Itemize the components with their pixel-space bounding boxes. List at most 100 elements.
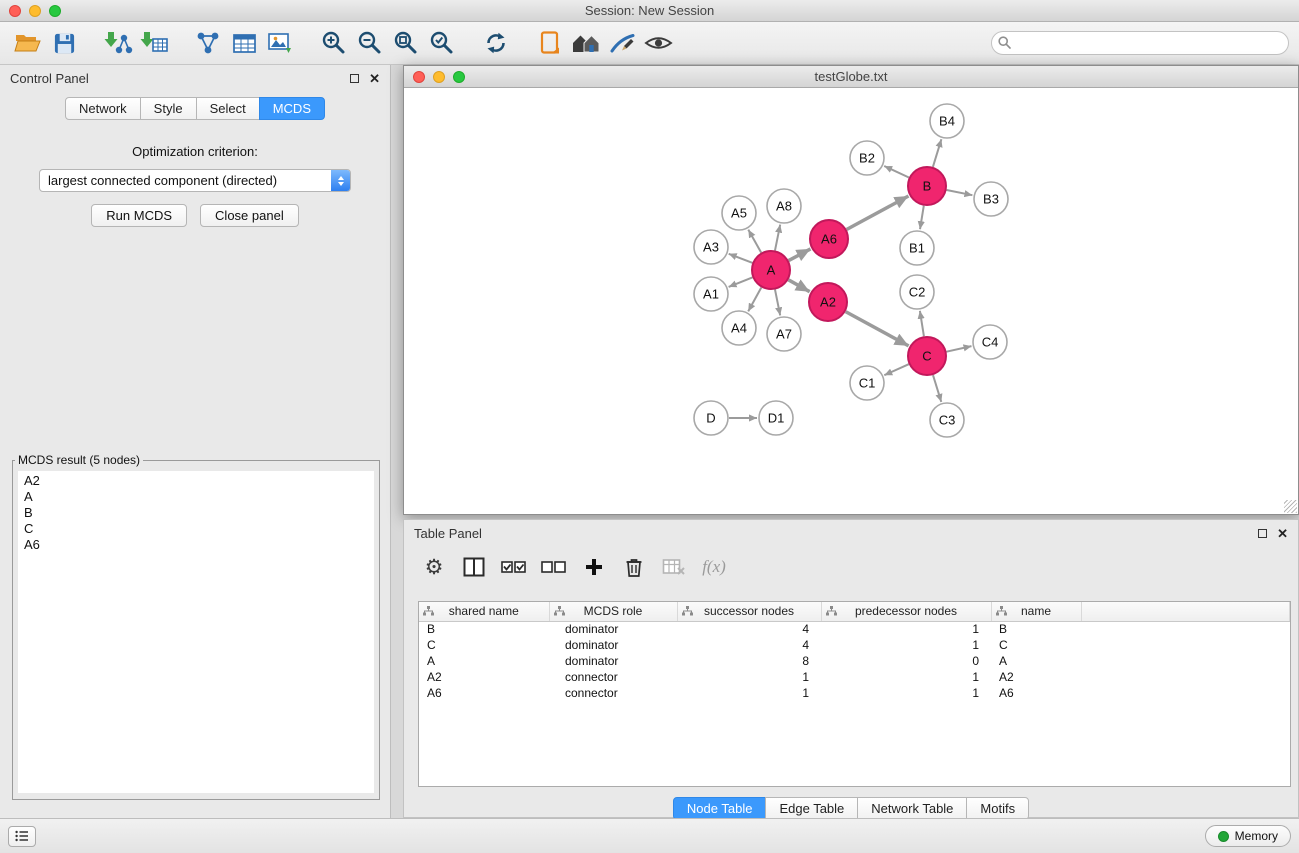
network-node-C3[interactable]: C3 <box>930 403 964 437</box>
zoom-out-button[interactable] <box>352 25 388 61</box>
network-edge-C-C1[interactable] <box>884 364 909 375</box>
tab-network[interactable]: Network <box>65 97 141 120</box>
network-edge-B-B4[interactable] <box>933 139 942 167</box>
network-node-D1[interactable]: D1 <box>759 401 793 435</box>
result-item[interactable]: C <box>24 521 374 537</box>
select-all-button[interactable] <box>498 551 530 583</box>
import-table-button[interactable] <box>136 25 172 61</box>
network-edge-A-A5[interactable] <box>748 230 761 253</box>
column-header-successor-nodes[interactable]: successor nodes <box>677 602 821 621</box>
open-session-button[interactable] <box>532 25 568 61</box>
home-button[interactable] <box>568 25 604 61</box>
close-panel-icon[interactable]: ✕ <box>369 72 380 85</box>
tab-node-table[interactable]: Node Table <box>673 797 767 820</box>
table-cell[interactable]: 4 <box>677 621 821 637</box>
network-edge-A-A6[interactable] <box>789 249 811 261</box>
tab-mcds[interactable]: MCDS <box>259 97 325 120</box>
new-table-button[interactable] <box>226 25 262 61</box>
table-cell[interactable]: C <box>991 637 1081 653</box>
table-row[interactable]: Cdominator41C <box>419 637 1290 653</box>
network-node-A4[interactable]: A4 <box>722 311 756 345</box>
close-table-panel-icon[interactable]: ✕ <box>1277 527 1288 540</box>
network-node-A2[interactable]: A2 <box>809 283 847 321</box>
network-node-A7[interactable]: A7 <box>767 317 801 351</box>
network-node-A1[interactable]: A1 <box>694 277 728 311</box>
network-edge-C-C3[interactable] <box>933 375 941 402</box>
float-table-panel-icon[interactable] <box>1258 529 1267 538</box>
network-edge-A-A8[interactable] <box>775 225 780 251</box>
network-node-A6[interactable]: A6 <box>810 220 848 258</box>
table-cell[interactable]: connector <box>549 685 677 701</box>
open-file-button[interactable] <box>10 25 46 61</box>
table-cell[interactable]: connector <box>549 669 677 685</box>
zoom-fit-button[interactable] <box>388 25 424 61</box>
new-network-button[interactable] <box>190 25 226 61</box>
tab-network-table[interactable]: Network Table <box>857 797 967 820</box>
tab-style[interactable]: Style <box>140 97 197 120</box>
table-cell[interactable]: dominator <box>549 637 677 653</box>
network-node-C4[interactable]: C4 <box>973 325 1007 359</box>
network-node-B1[interactable]: B1 <box>900 231 934 265</box>
optimization-criterion-select[interactable]: largest connected component (directed) <box>39 169 351 192</box>
table-cell[interactable]: 8 <box>677 653 821 669</box>
network-edge-A2-C[interactable] <box>846 312 909 346</box>
add-column-button[interactable] <box>578 551 610 583</box>
deselect-all-button[interactable] <box>538 551 570 583</box>
table-row[interactable]: A2connector11A2 <box>419 669 1290 685</box>
network-canvas[interactable]: B4B2BB3A8A5A6A3B1AC2A1A2A4A7C4CC1DD1C3 <box>404 88 1298 514</box>
table-settings-button[interactable]: ⚙ <box>418 551 450 583</box>
table-row[interactable]: Adominator80A <box>419 653 1290 669</box>
result-item[interactable]: B <box>24 505 374 521</box>
network-edge-C-C2[interactable] <box>920 311 924 336</box>
delete-table-button[interactable] <box>658 551 690 583</box>
table-cell[interactable]: dominator <box>549 653 677 669</box>
task-history-button[interactable] <box>8 826 36 847</box>
table-cell[interactable]: 4 <box>677 637 821 653</box>
network-edge-A-A7[interactable] <box>775 290 780 316</box>
network-edge-A6-B[interactable] <box>847 196 909 230</box>
network-edge-A-A3[interactable] <box>729 254 753 263</box>
table-cell[interactable]: 1 <box>821 685 991 701</box>
show-graphics-button[interactable] <box>640 25 676 61</box>
network-node-C1[interactable]: C1 <box>850 366 884 400</box>
table-cell[interactable]: B <box>419 621 549 637</box>
column-header-mcds-role[interactable]: MCDS role <box>549 602 677 621</box>
network-node-A8[interactable]: A8 <box>767 189 801 223</box>
table-cell[interactable]: 1 <box>821 669 991 685</box>
network-edge-B-B3[interactable] <box>947 190 973 195</box>
table-cell[interactable]: 1 <box>821 637 991 653</box>
column-header-shared-name[interactable]: shared name <box>419 602 549 621</box>
close-panel-button[interactable]: Close panel <box>200 204 299 227</box>
network-node-A[interactable]: A <box>752 251 790 289</box>
refresh-view-button[interactable] <box>478 25 514 61</box>
apply-style-button[interactable] <box>604 25 640 61</box>
result-item[interactable]: A6 <box>24 537 374 553</box>
tab-edge-table[interactable]: Edge Table <box>765 797 858 820</box>
resize-grip[interactable] <box>1284 500 1297 513</box>
network-node-B4[interactable]: B4 <box>930 104 964 138</box>
table-cell[interactable]: A2 <box>991 669 1081 685</box>
table-cell[interactable]: dominator <box>549 621 677 637</box>
delete-column-button[interactable] <box>618 551 650 583</box>
table-row[interactable]: A6connector11A6 <box>419 685 1290 701</box>
table-cell[interactable]: C <box>419 637 549 653</box>
float-panel-icon[interactable] <box>350 74 359 83</box>
network-node-A3[interactable]: A3 <box>694 230 728 264</box>
tab-motifs[interactable]: Motifs <box>966 797 1029 820</box>
table-cell[interactable]: B <box>991 621 1081 637</box>
network-edge-A-A2[interactable] <box>788 280 809 292</box>
column-header-name[interactable]: name <box>991 602 1081 621</box>
network-node-B2[interactable]: B2 <box>850 141 884 175</box>
table-cell[interactable]: 1 <box>677 685 821 701</box>
network-edge-B-B1[interactable] <box>920 206 924 230</box>
network-node-C[interactable]: C <box>908 337 946 375</box>
table-cell[interactable]: 1 <box>821 621 991 637</box>
network-edge-A-A4[interactable] <box>748 288 761 312</box>
network-edge-C-C4[interactable] <box>947 346 972 352</box>
network-edge-A-A1[interactable] <box>729 277 753 287</box>
table-cell[interactable]: A <box>419 653 549 669</box>
export-image-button[interactable] <box>262 25 298 61</box>
table-row[interactable]: Bdominator41B <box>419 621 1290 637</box>
network-node-D[interactable]: D <box>694 401 728 435</box>
network-edge-B-B2[interactable] <box>884 166 909 178</box>
